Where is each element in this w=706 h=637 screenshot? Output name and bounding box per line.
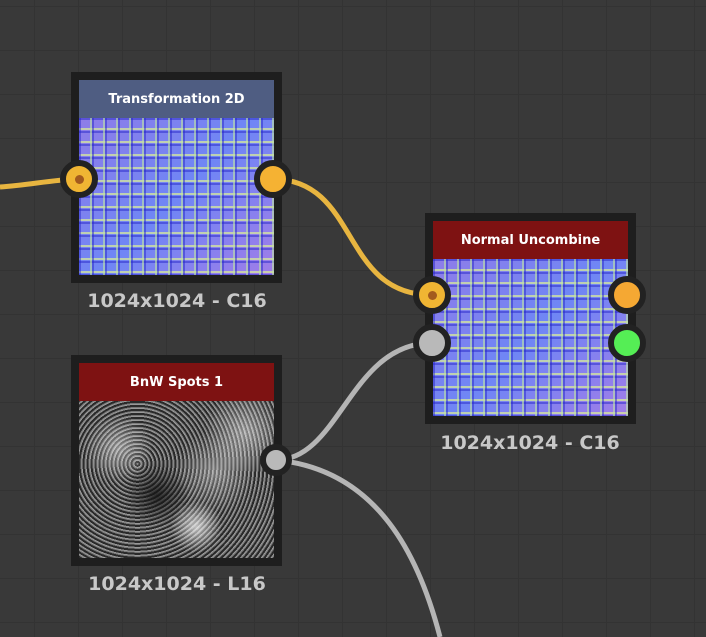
wire-bnw-output [275,457,443,637]
output-port-uncombine-green[interactable] [608,324,646,362]
node-title: Transformation 2D [79,80,274,118]
wire-transformation-to-uncombine [272,176,433,298]
output-port-transformation[interactable] [254,160,292,198]
node-title: Normal Uncombine [433,221,628,259]
input-port-uncombine-gray[interactable] [413,324,451,362]
node-thumbnail [433,259,628,416]
node-normal-uncombine[interactable]: Normal Uncombine [425,213,636,424]
node-transformation-2d[interactable]: Transformation 2D [71,72,282,283]
node-title: BnW Spots 1 [79,363,274,401]
node-info: 1024x1024 - C16 [440,432,620,454]
input-port-transformation[interactable] [60,160,98,198]
output-port-uncombine-color[interactable] [608,276,646,314]
node-thumbnail [79,118,274,275]
node-thumbnail [79,401,274,558]
output-port-bnw[interactable] [260,444,292,476]
node-info: 1024x1024 - L16 [88,573,266,595]
node-bnw-spots[interactable]: BnW Spots 1 [71,355,282,566]
node-info: 1024x1024 - C16 [87,290,267,312]
input-port-uncombine-normal[interactable] [413,276,451,314]
